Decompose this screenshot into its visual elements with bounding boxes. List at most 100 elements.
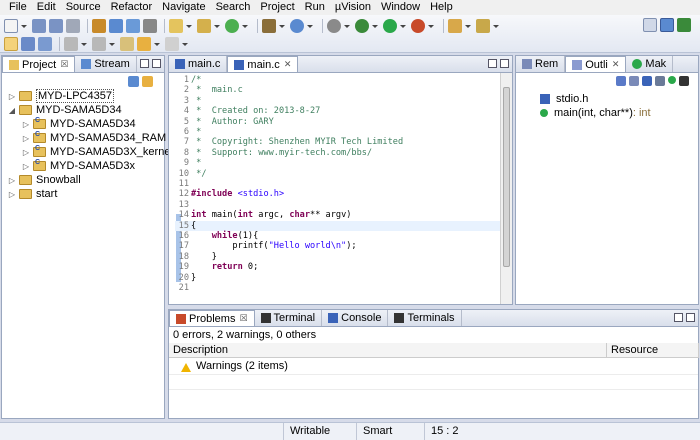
forward-icon[interactable]: [165, 37, 179, 51]
code-line[interactable]: 16 while(1){: [175, 231, 502, 241]
run-icon[interactable]: [383, 19, 397, 33]
code-line[interactable]: 14 int main(int argc, char** argv): [175, 210, 502, 220]
tree-item[interactable]: ▷ MYD-SAMA5D3x: [22, 159, 135, 173]
tools-dropdown-icon[interactable]: [428, 24, 434, 28]
hide-inactive-icon[interactable]: [668, 76, 676, 84]
tab-stream[interactable]: Stream: [75, 56, 137, 72]
code-line[interactable]: 9 *: [175, 158, 502, 168]
tab-remote[interactable]: Rem: [516, 56, 566, 72]
code-line[interactable]: 8 * Support: www.myir-tech.com/bbs/: [175, 148, 502, 158]
minimize-icon[interactable]: [140, 59, 149, 68]
block-select-icon[interactable]: [21, 37, 35, 51]
open-type-icon[interactable]: [448, 19, 462, 33]
tree-item[interactable]: ▷ MYD-SAMA5D3X_kernel: [22, 145, 173, 159]
collapsed-arrow-icon[interactable]: ▷: [22, 162, 30, 171]
maximize-icon[interactable]: [686, 313, 695, 322]
debug-config-icon[interactable]: [126, 19, 140, 33]
hide-nonpublic-icon[interactable]: [655, 76, 665, 86]
debug-perspective-icon[interactable]: [677, 18, 691, 32]
menu-project[interactable]: Project: [255, 0, 299, 15]
target-dropdown-icon[interactable]: [307, 24, 313, 28]
tree-item[interactable]: ▷ MYD-LPC4357: [8, 89, 114, 103]
tab-console[interactable]: Console: [322, 310, 389, 326]
code-line[interactable]: 3 *: [175, 96, 502, 106]
outline-item-include[interactable]: stdio.h: [540, 92, 588, 106]
menu-file[interactable]: File: [4, 0, 32, 15]
link-editor-icon[interactable]: [142, 76, 153, 87]
clean-icon[interactable]: [109, 19, 123, 33]
stop-icon[interactable]: [143, 19, 157, 33]
new-project-dropdown-icon[interactable]: [186, 24, 192, 28]
column-resource[interactable]: Resource: [607, 343, 699, 358]
code-line[interactable]: 10 */: [175, 169, 502, 179]
menu-run[interactable]: Run: [300, 0, 330, 15]
tree-item[interactable]: ◢ MYD-SAMA5D34: [8, 103, 122, 117]
close-icon[interactable]: ✕: [612, 59, 620, 70]
new-source-folder-icon[interactable]: [197, 19, 211, 33]
close-icon[interactable]: ☒: [60, 59, 68, 70]
scrollbar-thumb[interactable]: [503, 87, 510, 267]
code-line[interactable]: 12 #include <stdio.h>: [175, 189, 502, 199]
code-line[interactable]: 7 * Copyright: Shenzhen MYIR Tech Limite…: [175, 137, 502, 147]
tab-terminals[interactable]: Terminals: [388, 310, 462, 326]
new-dropdown-icon[interactable]: [21, 24, 27, 28]
code-line[interactable]: 18 }: [175, 252, 502, 262]
gear-icon[interactable]: [327, 19, 341, 33]
close-icon[interactable]: ☒: [239, 313, 247, 324]
minimize-icon[interactable]: [488, 59, 497, 68]
hide-fields-icon[interactable]: [629, 76, 639, 86]
menu-search[interactable]: Search: [211, 0, 256, 15]
gear-dropdown-icon[interactable]: [344, 24, 350, 28]
collapse-all-icon[interactable]: [128, 76, 139, 87]
debug-dropdown-icon[interactable]: [372, 24, 378, 28]
code-line[interactable]: 15{: [175, 220, 502, 231]
tree-item[interactable]: ▷ MYD-SAMA5D34_RAM: [22, 131, 166, 145]
build-dropdown-icon[interactable]: [279, 24, 285, 28]
tab-main-c-1[interactable]: main.c: [169, 56, 228, 72]
menu-refactor[interactable]: Refactor: [106, 0, 158, 15]
save-icon[interactable]: [32, 19, 46, 33]
search-dropdown-icon[interactable]: [493, 24, 499, 28]
hammer-icon[interactable]: [262, 19, 276, 33]
code-line[interactable]: 11: [175, 179, 502, 189]
menu-edit[interactable]: Edit: [32, 0, 61, 15]
code-line[interactable]: 1/*: [175, 75, 502, 85]
menu-uvision[interactable]: µVision: [330, 0, 376, 15]
tab-terminal[interactable]: Terminal: [255, 310, 323, 326]
debug-icon[interactable]: [355, 19, 369, 33]
tab-make[interactable]: Mak: [626, 56, 674, 72]
warnings-group-row[interactable]: Warnings (2 items): [181, 360, 288, 372]
close-icon[interactable]: ✕: [284, 59, 292, 70]
class-dropdown-icon[interactable]: [242, 24, 248, 28]
show-whitespace-icon[interactable]: [38, 37, 52, 51]
print-icon[interactable]: [66, 19, 80, 33]
editor-vertical-scrollbar[interactable]: [500, 73, 512, 304]
hide-static-icon[interactable]: [642, 76, 652, 86]
code-area[interactable]: 1/* 2 * main.c 3 * 4 * Created on: 2013-8-2…: [169, 75, 512, 304]
menu-navigate[interactable]: Navigate: [157, 0, 210, 15]
collapsed-arrow-icon[interactable]: ▷: [22, 134, 30, 143]
next-annotation-icon[interactable]: [92, 37, 106, 51]
menu-help[interactable]: Help: [425, 0, 458, 15]
tab-project[interactable]: Project ☒: [2, 56, 76, 72]
new-file-icon[interactable]: [4, 19, 18, 33]
code-line[interactable]: 21: [175, 283, 502, 293]
c-cpp-perspective-icon[interactable]: [660, 18, 674, 32]
toggle-mark-icon[interactable]: [4, 37, 18, 51]
menu-window[interactable]: Window: [376, 0, 425, 15]
prev-annotation-icon[interactable]: [64, 37, 78, 51]
last-edit-icon[interactable]: [120, 37, 134, 51]
tab-outline[interactable]: Outli ✕: [565, 56, 627, 72]
back-icon[interactable]: [137, 37, 151, 51]
maximize-icon[interactable]: [152, 59, 161, 68]
code-line[interactable]: 17 printf("Hello world\n");: [175, 241, 502, 251]
target-icon[interactable]: [290, 19, 304, 33]
collapsed-arrow-icon[interactable]: ▷: [22, 120, 30, 129]
minimize-icon[interactable]: [674, 313, 683, 322]
tab-problems[interactable]: Problems ☒: [169, 310, 255, 326]
code-line[interactable]: 20}: [175, 273, 502, 283]
tree-item[interactable]: ▷ MYD-SAMA5D34: [22, 117, 136, 131]
annotation-dropdown-icon[interactable]: [81, 42, 87, 46]
source-dropdown-icon[interactable]: [214, 24, 220, 28]
collapsed-arrow-icon[interactable]: ▷: [22, 148, 30, 157]
